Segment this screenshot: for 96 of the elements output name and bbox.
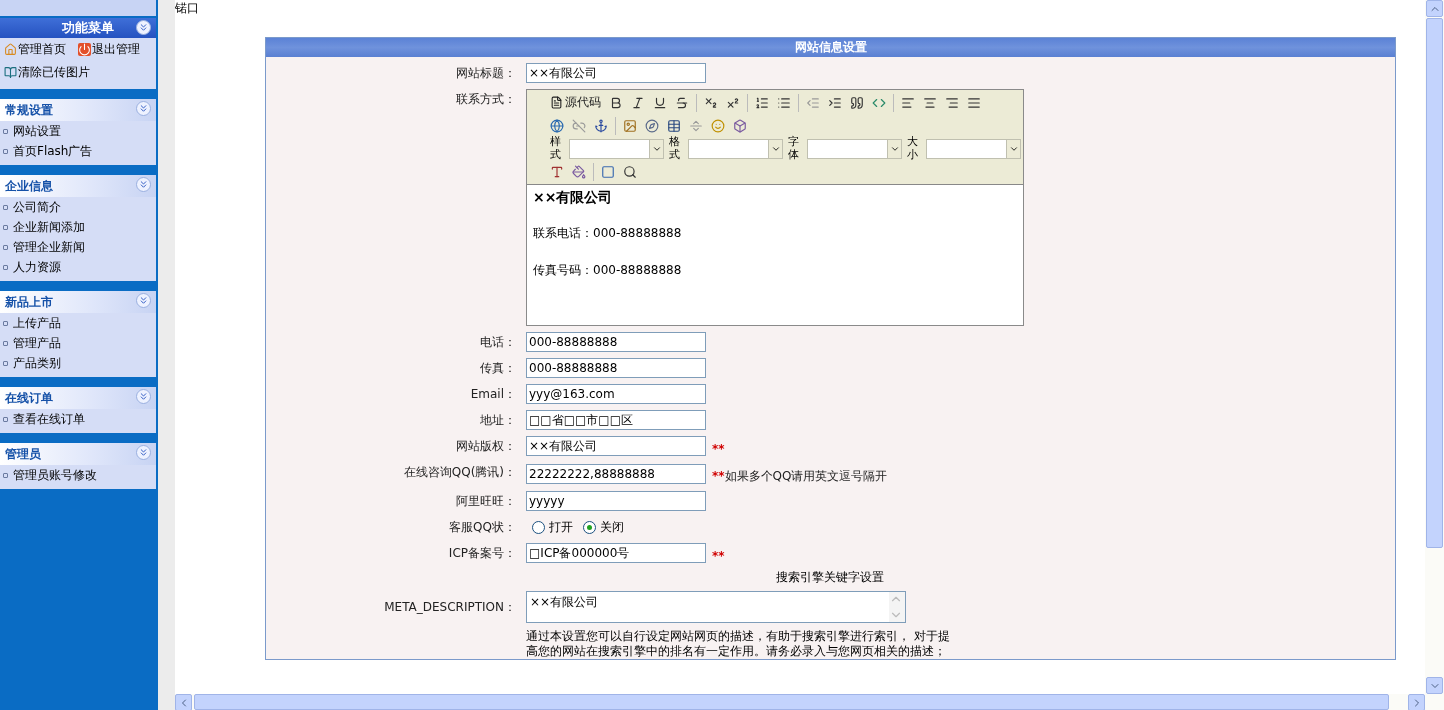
table-icon bbox=[667, 118, 681, 133]
align-left-icon bbox=[901, 95, 915, 110]
menu-link[interactable]: 管理首页 bbox=[4, 41, 66, 58]
field-label: 阿里旺旺： bbox=[455, 493, 516, 510]
field-label: 传真： bbox=[479, 360, 516, 377]
select-label: 字体 bbox=[788, 136, 800, 161]
menu-item[interactable]: 人力资源 bbox=[0, 257, 156, 277]
text-input[interactable]: □ICP备000000号 bbox=[526, 543, 706, 563]
text-input[interactable]: 000-88888888 bbox=[526, 332, 706, 352]
select-label: 格式 bbox=[669, 136, 681, 161]
field-label: 电话： bbox=[479, 334, 516, 351]
book-icon bbox=[4, 66, 17, 79]
editor-text: 联系电话：000-88888888 bbox=[533, 225, 683, 242]
field-label: 网站标题： bbox=[455, 65, 516, 82]
radio-label: 打开 bbox=[549, 518, 573, 536]
select-label: 样式 bbox=[550, 136, 562, 161]
quote-icon bbox=[850, 95, 864, 110]
subscript-icon bbox=[704, 95, 718, 110]
image-icon bbox=[623, 118, 637, 133]
field-label: Email： bbox=[469, 386, 516, 403]
help-text: 通过本设置您可以自行设定网站网页的描述，有助于搜索引擎进行索引， 对于提高您的网站在搜索引擎中的排名有一定作用。请务必录入与您网页相关的描述； bbox=[526, 629, 951, 659]
superscript-icon bbox=[726, 95, 740, 110]
menu-item[interactable]: 网站设置 bbox=[0, 121, 156, 141]
horizontal-rule-icon bbox=[689, 118, 703, 133]
align-center-icon bbox=[923, 95, 937, 110]
background-color-icon bbox=[572, 164, 586, 179]
menu-item[interactable]: 管理员账号修改 bbox=[0, 465, 156, 485]
collapse-icon[interactable] bbox=[136, 389, 151, 404]
section-heading: 搜索引擎关键字设置 bbox=[776, 569, 885, 585]
document-icon bbox=[550, 96, 563, 109]
strikethrough-icon bbox=[675, 95, 689, 110]
group-header[interactable]: 企业信息 bbox=[0, 175, 156, 197]
text-input[interactable]: ××有限公司 bbox=[526, 63, 706, 83]
preview-icon bbox=[623, 164, 637, 179]
text-input[interactable]: 000-88888888 bbox=[526, 358, 706, 378]
maximize-icon bbox=[601, 164, 615, 179]
group-header[interactable]: 管理员 bbox=[0, 443, 156, 465]
menu-item[interactable]: 企业新闻添加 bbox=[0, 217, 156, 237]
indent-icon bbox=[828, 95, 842, 110]
house-icon bbox=[4, 43, 17, 56]
menu-item[interactable]: 产品类别 bbox=[0, 353, 156, 373]
menu-item[interactable]: 管理企业新闻 bbox=[0, 237, 156, 257]
group-header[interactable]: 在线订单 bbox=[0, 387, 156, 409]
menu-item[interactable]: 上传产品 bbox=[0, 313, 156, 333]
text-input[interactable]: yyy@163.com bbox=[526, 384, 706, 404]
required-mark: **如果多个QQ请用英文逗号隔开 bbox=[712, 468, 888, 485]
text-input[interactable]: ××有限公司 bbox=[526, 436, 706, 456]
field-label: ICP备案号： bbox=[447, 545, 516, 562]
radio-button[interactable] bbox=[532, 520, 545, 534]
collapse-icon[interactable] bbox=[136, 445, 151, 460]
menu-link[interactable]: 清除已传图片 bbox=[4, 64, 90, 81]
group-header[interactable]: 新品上市 bbox=[0, 291, 156, 313]
text-color-icon bbox=[550, 164, 564, 179]
anchor-icon bbox=[594, 118, 608, 133]
menu-link[interactable]: 退出管理 bbox=[78, 41, 140, 58]
menu-item[interactable]: 首页Flash广告 bbox=[0, 141, 156, 161]
text-input[interactable]: yyyyy bbox=[526, 491, 706, 511]
required-mark: ** bbox=[712, 442, 725, 456]
collapse-icon[interactable] bbox=[136, 293, 151, 308]
collapse-icon[interactable] bbox=[136, 20, 151, 35]
numbered-list-icon bbox=[755, 95, 769, 110]
text-input[interactable]: □□省□□市□□区 bbox=[526, 410, 706, 430]
collapse-icon[interactable] bbox=[136, 101, 151, 116]
smiley-icon bbox=[711, 118, 725, 133]
unlink-icon bbox=[572, 118, 586, 133]
outdent-icon bbox=[806, 95, 820, 110]
radio-button[interactable] bbox=[583, 520, 596, 534]
menu-item[interactable]: 查看在线订单 bbox=[0, 409, 156, 429]
panel-title: 网站信息设置 bbox=[266, 38, 1395, 57]
garbled-text: 锘口 bbox=[175, 0, 199, 17]
italic-icon bbox=[631, 95, 645, 110]
bold-icon bbox=[609, 95, 623, 110]
menu-item[interactable]: 管理产品 bbox=[0, 333, 156, 353]
underline-icon bbox=[653, 95, 667, 110]
editor-text: 传真号码：000-88888888 bbox=[533, 262, 683, 279]
text-input[interactable]: 22222222,88888888 bbox=[526, 463, 706, 484]
required-mark: ** bbox=[712, 549, 725, 563]
align-right-icon bbox=[945, 95, 959, 110]
hint-text: 如果多个QQ请用英文逗号隔开 bbox=[724, 469, 888, 483]
source-code-button[interactable]: 源代码 bbox=[547, 91, 604, 114]
bullet-list-icon bbox=[777, 95, 791, 110]
select-label: 大小 bbox=[907, 136, 919, 161]
field-label: 网站版权： bbox=[455, 438, 516, 455]
editor-heading: ××有限公司 bbox=[533, 189, 614, 207]
field-label: 地址： bbox=[479, 412, 516, 429]
group-header[interactable]: 常规设置 bbox=[0, 99, 156, 121]
field-label: 客服QQ状： bbox=[448, 519, 516, 536]
radio-label: 关闭 bbox=[600, 518, 624, 536]
menu-header: 功能菜单 bbox=[0, 18, 156, 38]
field-label: 联系方式： bbox=[455, 91, 516, 108]
field-label: META_DESCRIPTION： bbox=[383, 599, 516, 616]
align-justify-icon bbox=[967, 95, 981, 110]
collapse-icon[interactable] bbox=[136, 177, 151, 192]
power-icon bbox=[78, 43, 91, 56]
field-label: 在线咨询QQ(腾讯)： bbox=[402, 464, 516, 481]
menu-item[interactable]: 公司简介 bbox=[0, 197, 156, 217]
